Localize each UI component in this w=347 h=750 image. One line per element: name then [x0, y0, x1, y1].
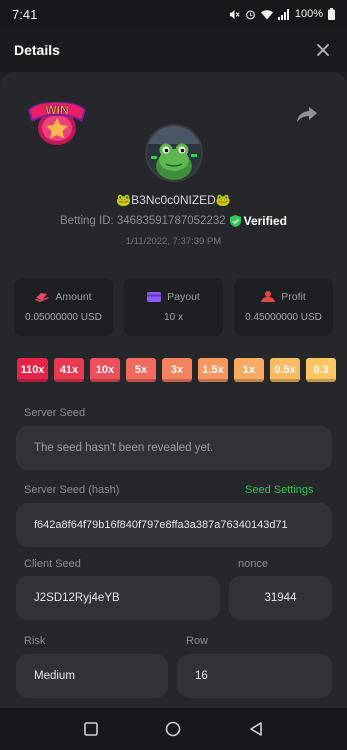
alarm-icon [245, 10, 255, 19]
recents-button[interactable] [79, 717, 103, 741]
server-seed-hash-label: Server Seed (hash) [24, 484, 120, 496]
wallet-icon [147, 292, 162, 302]
back-button[interactable] [244, 717, 268, 741]
multiplier-chip: 5x [126, 358, 156, 382]
status-bar: 7:41 100% [0, 0, 347, 28]
close-button[interactable] [313, 40, 333, 60]
betting-id-row: Betting ID: 34683591787052232 Verified [0, 214, 347, 228]
stat-label: Profit [281, 291, 306, 303]
multiplier-chip: 10x [90, 358, 120, 382]
betting-id: Betting ID: 34683591787052232 [60, 215, 226, 227]
multiplier-chip: 0.3 [306, 358, 336, 382]
triangle-back-icon [250, 722, 262, 736]
bet-details-sheet: WIN 🐸B3Nc0c0NIZED🐸 Betting ID: 346835917… [0, 72, 347, 708]
mute-icon [229, 9, 240, 19]
cash-icon [35, 293, 50, 302]
stat-card-amount: Amount 0.05000000 USD [14, 278, 113, 336]
multiplier-row: 110x 41x 10x 5x 3x 1.5x 1x 0.5x 0.3 [17, 358, 347, 382]
stat-label: Amount [55, 291, 92, 303]
share-arrow-icon [297, 107, 317, 122]
battery-icon [328, 8, 335, 20]
username: 🐸B3Nc0c0NIZED🐸 [116, 193, 231, 207]
multiplier-chip: 1x [234, 358, 264, 382]
multiplier-chip: 110x [17, 358, 48, 382]
system-nav-bar [0, 708, 347, 750]
multiplier-chip: 1.5x [198, 358, 228, 382]
shield-check-icon [229, 215, 241, 227]
avatar [145, 124, 203, 182]
status-icons: 100% [229, 8, 335, 20]
multiplier-chip: 3x [162, 358, 192, 382]
seed-settings-link[interactable]: Seed Settings [245, 484, 314, 496]
status-time: 7:41 [12, 6, 38, 22]
page-title: Details [14, 42, 60, 58]
multiplier-chip: 41x [54, 358, 84, 382]
win-badge-icon: WIN [28, 102, 86, 145]
wifi-icon [260, 9, 273, 19]
profit-icon [261, 291, 276, 302]
stat-label: Payout [167, 291, 200, 303]
risk-field[interactable]: Medium [16, 654, 168, 698]
nonce-label: nonce [238, 558, 268, 570]
circle-icon [166, 721, 181, 737]
server-seed-field[interactable]: The seed hasn't been revealed yet. [16, 426, 332, 470]
risk-label: Risk [24, 635, 46, 647]
stat-card-payout: Payout 10 x [124, 278, 223, 336]
server-seed-hash-field[interactable]: f642a8f64f79b16f840f797e8ffa3a387a763401… [16, 503, 332, 547]
server-seed-label: Server Seed [24, 407, 86, 419]
close-icon [317, 44, 329, 56]
verified-badge: Verified [229, 214, 287, 228]
multiplier-chip: 0.5x [270, 358, 300, 382]
battery-percent: 100% [294, 8, 323, 20]
signal-icon [277, 8, 289, 20]
frog-avatar-icon [147, 126, 201, 180]
stats-row: Amount 0.05000000 USD Payout 10 x Profit… [14, 278, 333, 336]
verified-label: Verified [243, 214, 287, 228]
client-seed-field[interactable]: J2SD12Ryj4eYB [16, 576, 220, 620]
home-button[interactable] [161, 717, 185, 741]
share-button[interactable] [296, 104, 318, 124]
stat-value: 10 x [164, 312, 183, 323]
nonce-field[interactable]: 31944 [229, 576, 332, 620]
details-header: Details [0, 28, 347, 72]
stat-card-profit: Profit 0.45000000 USD [234, 278, 333, 336]
stat-value: 0.05000000 USD [25, 312, 102, 323]
row-field[interactable]: 16 [177, 654, 332, 698]
stat-value: 0.45000000 USD [245, 312, 322, 323]
square-icon [84, 722, 98, 736]
svg-text:WIN: WIN [45, 103, 68, 117]
row-label: Row [186, 635, 209, 647]
bet-date: 1/11/2022, 7:37:39 PM [125, 236, 222, 247]
client-seed-label: Client Seed [24, 558, 81, 570]
